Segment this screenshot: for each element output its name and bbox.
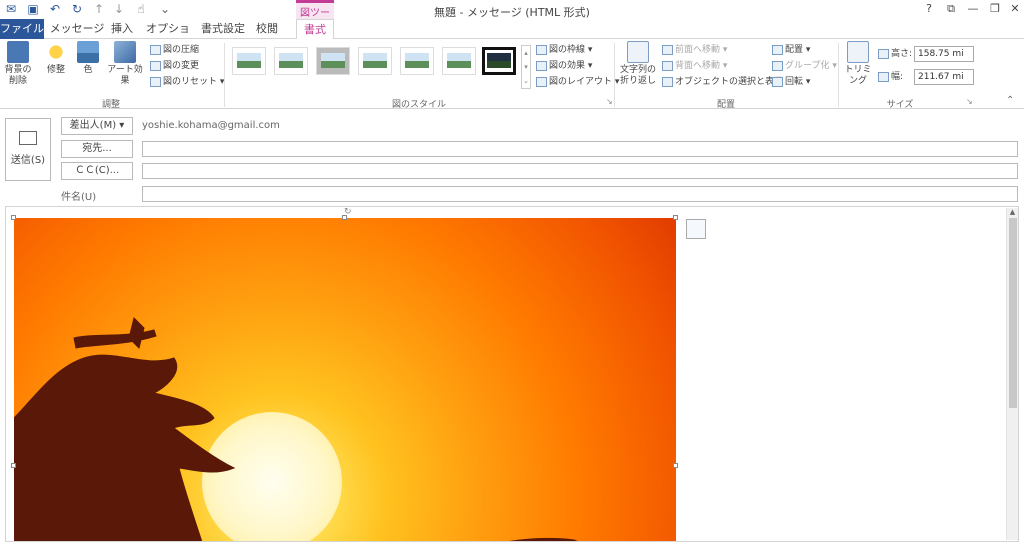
picture-effects-button[interactable]: 図の効果 ▾ xyxy=(536,59,592,74)
dialog-launcher-icon[interactable]: ↘ xyxy=(606,97,613,106)
send-icon xyxy=(19,131,37,145)
styles-gallery-scroll[interactable]: ▴ ▾ ⌄ xyxy=(521,45,531,89)
bring-forward-button[interactable]: 前面へ移動 ▾ xyxy=(662,43,727,58)
resize-handle[interactable] xyxy=(11,215,16,220)
tab-options[interactable]: オプション xyxy=(143,19,193,55)
to-button[interactable]: 宛先... xyxy=(61,140,133,158)
tab-file[interactable]: ファイル xyxy=(0,19,44,39)
tree-silhouette xyxy=(14,317,578,541)
scroll-thumb[interactable] xyxy=(1008,218,1017,408)
to-field[interactable] xyxy=(142,141,1018,157)
ribbon-display-icon[interactable]: ⧉ xyxy=(940,2,962,16)
height-input[interactable]: 158.75 mi xyxy=(914,46,974,62)
tab-message[interactable]: メッセージ xyxy=(48,19,106,39)
compress-icon xyxy=(150,44,161,55)
group-label-adjust: 調整 xyxy=(101,100,120,110)
resize-handle[interactable] xyxy=(673,215,678,220)
crop-button[interactable]: トリミング xyxy=(842,41,874,87)
remove-background-icon xyxy=(7,41,29,63)
picture-style-7[interactable] xyxy=(482,47,516,75)
sun-icon xyxy=(45,41,67,63)
crop-icon xyxy=(847,41,869,63)
rotate-handle-icon[interactable]: ↻ xyxy=(344,207,352,217)
collapse-ribbon-icon[interactable]: ⌃ xyxy=(1006,95,1014,106)
picture-border-button[interactable]: 図の枠線 ▾ xyxy=(536,43,592,58)
align-button[interactable]: 配置 ▾ xyxy=(772,43,810,58)
effects-icon xyxy=(536,60,547,71)
subject-field[interactable] xyxy=(142,186,1018,202)
color-icon xyxy=(77,41,99,63)
group-divider xyxy=(224,43,225,107)
border-icon xyxy=(536,44,547,55)
minimize-icon[interactable]: — xyxy=(962,2,984,15)
cc-button[interactable]: ＣＣ(C)... xyxy=(61,162,133,180)
change-picture-button[interactable]: 図の変更 xyxy=(150,59,199,74)
restore-icon[interactable]: ❐ xyxy=(984,2,1006,15)
reset-picture-button[interactable]: 図のリセット ▾ xyxy=(150,75,224,90)
resize-handle[interactable] xyxy=(673,463,678,468)
send-backward-button[interactable]: 背面へ移動 ▾ xyxy=(662,59,727,74)
align-icon xyxy=(772,44,783,55)
tab-insert[interactable]: 挿入 xyxy=(108,19,136,39)
picture-style-2[interactable] xyxy=(274,47,308,75)
tab-format[interactable]: 書式 xyxy=(296,19,334,40)
selection-pane-button[interactable]: オブジェクトの選択と表示 xyxy=(662,75,783,90)
tab-format-text[interactable]: 書式設定 xyxy=(198,19,248,39)
group-label-arrange: 配置 xyxy=(716,100,735,110)
ribbon-tabs: ファイル メッセージ 挿入 オプション 書式設定 校閲 書式 xyxy=(0,19,1024,55)
picture-layout-button[interactable]: 図のレイアウト ▾ xyxy=(536,75,619,90)
tab-review[interactable]: 校閲 xyxy=(253,19,281,39)
send-button[interactable]: 送信(S) xyxy=(5,118,51,181)
corrections-button[interactable]: 修整 xyxy=(42,41,70,76)
height-label: 高さ: xyxy=(878,47,912,62)
subject-label: 件名(U) xyxy=(61,192,97,203)
group-icon xyxy=(772,60,783,71)
from-address: yoshie.kohama@gmail.com xyxy=(142,120,280,131)
resize-handle[interactable] xyxy=(11,463,16,468)
rotate-icon xyxy=(772,76,783,87)
selection-pane-icon xyxy=(662,76,673,87)
wrap-text-button[interactable]: 文字列の折り返し xyxy=(618,41,658,87)
picture-tools-context: 図ツール xyxy=(296,0,334,34)
send-backward-icon xyxy=(662,60,673,71)
artistic-effects-icon xyxy=(114,41,136,63)
color-button[interactable]: 色 xyxy=(76,41,100,76)
group-divider xyxy=(838,43,839,107)
vertical-scrollbar[interactable]: ▲ xyxy=(1006,208,1018,540)
bring-forward-icon xyxy=(662,44,673,55)
picture-style-6[interactable] xyxy=(442,47,476,75)
ribbon: 背景の削除 修整 色 アート効果 図の圧縮 図の変更 図のリセット ▾ 調整 ▴… xyxy=(0,39,1024,110)
group-objects-button[interactable]: グループ化 ▾ xyxy=(772,59,837,74)
wrap-text-icon xyxy=(627,41,649,63)
rotate-button[interactable]: 回転 ▾ xyxy=(772,75,810,90)
change-picture-icon xyxy=(150,60,161,71)
height-icon xyxy=(878,48,889,59)
width-icon xyxy=(878,71,889,82)
width-input[interactable]: 211.67 mi xyxy=(914,69,974,85)
artistic-effects-button[interactable]: アート効果 xyxy=(104,41,146,87)
group-label-size: サイズ xyxy=(886,100,914,110)
picture-style-5[interactable] xyxy=(400,47,434,75)
cc-field[interactable] xyxy=(142,163,1018,179)
from-button[interactable]: 差出人(M) ▾ xyxy=(61,117,133,135)
width-label: 幅: xyxy=(878,70,903,85)
size-dialog-launcher-icon[interactable]: ↘ xyxy=(966,97,973,106)
close-icon[interactable]: ✕ xyxy=(1004,2,1024,15)
layout-icon xyxy=(536,76,547,87)
group-label-styles: 図のスタイル xyxy=(391,100,446,110)
layout-options-icon[interactable] xyxy=(686,219,706,239)
help-icon[interactable]: ? xyxy=(918,2,940,15)
reset-picture-icon xyxy=(150,76,161,87)
picture-style-1[interactable] xyxy=(232,47,266,75)
compress-pictures-button[interactable]: 図の圧縮 xyxy=(150,43,199,58)
remove-background-button[interactable]: 背景の削除 xyxy=(3,41,33,87)
sunset-image[interactable] xyxy=(14,218,676,541)
scroll-up-icon[interactable]: ▲ xyxy=(1007,208,1018,216)
window-title: 無題 - メッセージ (HTML 形式) xyxy=(434,6,590,19)
picture-style-3[interactable] xyxy=(316,47,350,75)
title-bar: ✉ ▣ ↶ ↻ ↑ ↓ ☝ ⌄ 無題 - メッセージ (HTML 形式) ? ⧉… xyxy=(0,0,1024,19)
picture-style-4[interactable] xyxy=(358,47,392,75)
group-divider xyxy=(614,43,615,107)
message-body[interactable]: ↻ xyxy=(5,206,1019,542)
